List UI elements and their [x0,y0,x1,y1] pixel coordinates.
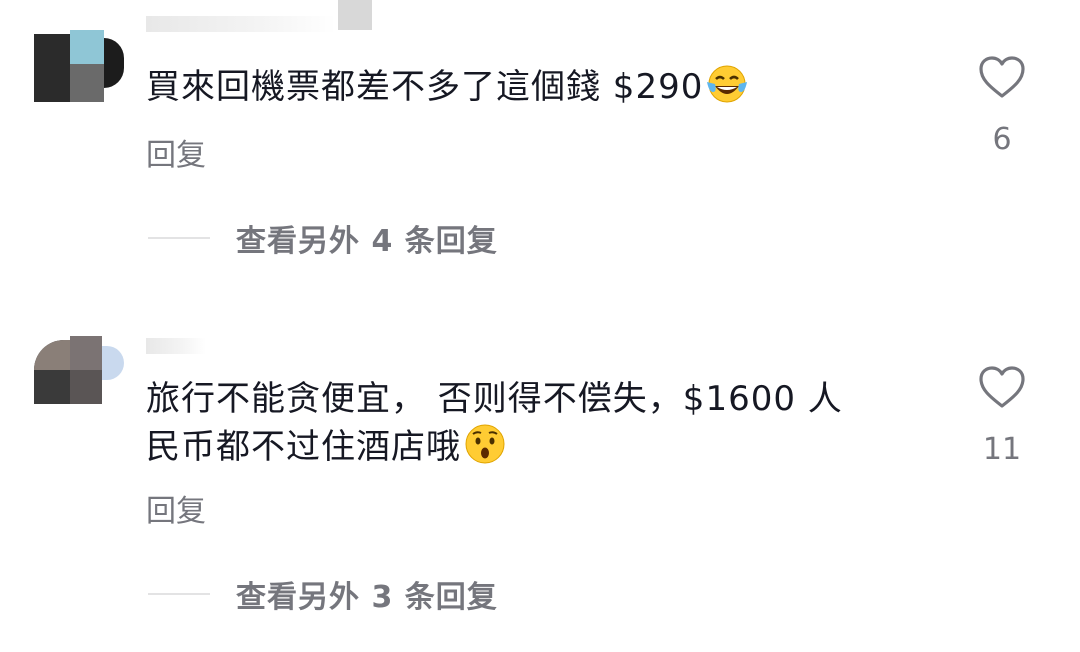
heart-outline-icon[interactable] [977,364,1027,410]
comment-body: 買來回機票都差不多了這個錢 $290 [146,67,704,107]
username-redacted [146,338,206,354]
comment-text: 旅行不能贪便宜， 否则得不偿失，$1600 人 民币都不过住酒店哦 [146,376,843,470]
view-more-replies-label: 查看另外 3 条回复 [236,580,498,615]
astonished-face-emoji [463,422,507,466]
like-control: 11 [970,364,1034,467]
reply-button[interactable]: 回复 [146,130,206,174]
like-count: 6 [992,122,1012,157]
comment-body-line2-wrap: 民币都不过住酒店哦 [146,422,843,470]
avatar[interactable] [34,332,124,404]
username-redacted [338,0,372,30]
comment-text: 買來回機票都差不多了這個錢 $290 [146,62,749,110]
heart-outline-icon[interactable] [977,54,1027,100]
view-more-replies[interactable]: 查看另外 3 条回复 [148,572,498,616]
comment-item: 買來回機票都差不多了這個錢 $290 回复 6 查看另外 4 条回复 [0,0,1080,290]
like-count: 11 [982,432,1022,467]
comment-body-line2: 民币都不过住酒店哦 [146,427,461,467]
view-more-replies[interactable]: 查看另外 4 条回复 [148,216,498,260]
divider-line [148,593,210,595]
avatar[interactable] [34,30,124,102]
username-redacted [146,16,336,32]
view-more-replies-label: 查看另外 4 条回复 [236,224,498,259]
reply-button[interactable]: 回复 [146,486,206,530]
comment-item: 旅行不能贪便宜， 否则得不偿失，$1600 人 民币都不过住酒店哦 回复 11 … [0,320,1080,652]
comment-body-line1: 旅行不能贪便宜， 否则得不偿失，$1600 人 [146,379,843,419]
divider-line [148,237,210,239]
like-control: 6 [970,54,1034,157]
tears-of-joy-emoji [705,62,749,106]
